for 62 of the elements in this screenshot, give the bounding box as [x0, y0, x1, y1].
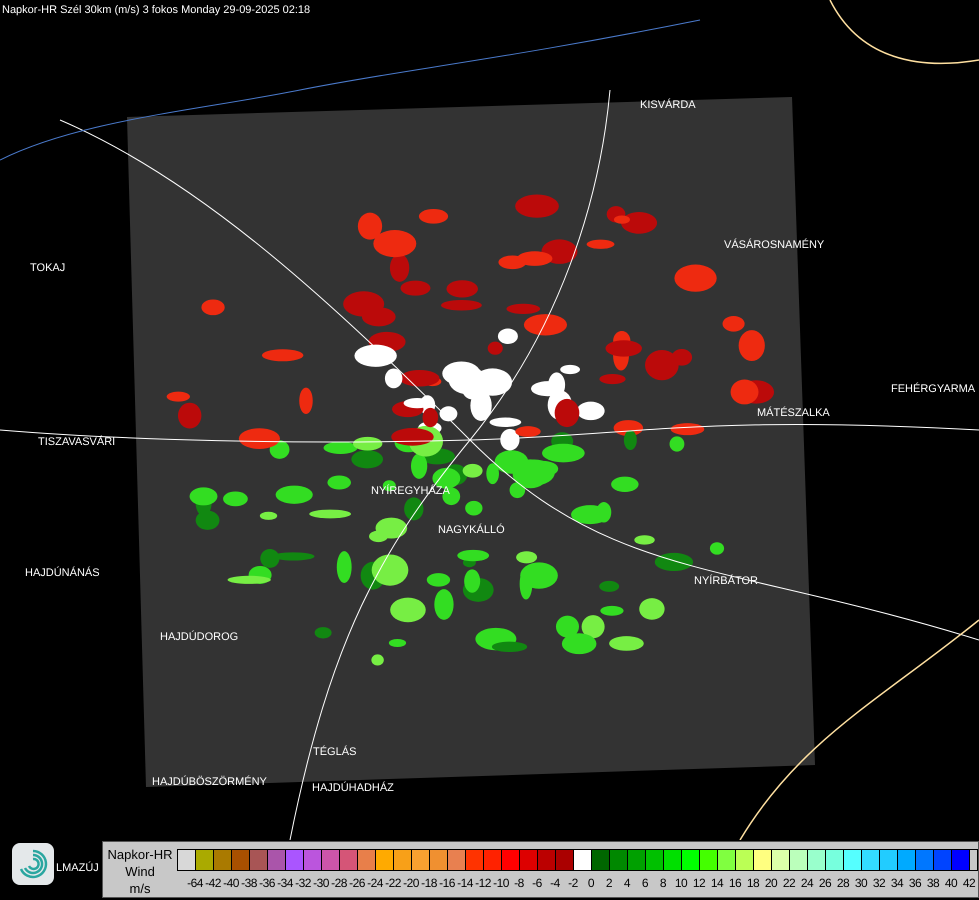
scale-label: -6	[531, 875, 543, 892]
scale-label: 28	[836, 875, 850, 892]
scale-label: 32	[872, 875, 886, 892]
scale-label: -26	[348, 875, 366, 892]
scale-label: 14	[710, 875, 724, 892]
scale-label: -24	[366, 875, 384, 892]
scale-label: -16	[438, 875, 456, 892]
place-label: HAJDÚDOROG	[160, 630, 238, 645]
place-label: LMAZÚJ	[56, 860, 99, 876]
scale-label: -12	[474, 875, 492, 892]
place-label: TISZAVASVÁRI	[38, 434, 116, 450]
scale-label: -2	[567, 875, 579, 892]
scale-label: -64	[186, 875, 204, 892]
scale-label: -42	[204, 875, 222, 892]
scale-label: 18	[746, 875, 760, 892]
scale-label: -30	[312, 875, 330, 892]
scale-label: -14	[456, 875, 474, 892]
scale-label: -20	[402, 875, 420, 892]
place-label: TOKAJ	[30, 261, 66, 276]
legend-title: Wind	[125, 863, 155, 880]
scale-label: -36	[258, 875, 276, 892]
scale-label: 12	[692, 875, 706, 892]
place-label: TÉGLÁS	[313, 744, 356, 760]
scale-label: 30	[854, 875, 868, 892]
scale-label: 0	[586, 875, 596, 892]
scale-label: -18	[420, 875, 438, 892]
scale-label: 20	[764, 875, 778, 892]
place-label: HAJDÚBÖSZÖRMÉNY	[152, 774, 267, 790]
scale-label: -4	[549, 875, 561, 892]
place-label: MÁTÉSZALKA	[757, 406, 830, 421]
scale-label: 24	[800, 875, 814, 892]
scale-label: -40	[222, 875, 240, 892]
place-label: KISVÁRDA	[640, 98, 696, 113]
legend-title: Napkor-HR	[107, 846, 172, 863]
scale-label: 40	[944, 875, 958, 892]
place-label: FEHÉRGYARMA	[891, 382, 976, 397]
place-label: HAJDÚHADHÁZ	[312, 780, 394, 796]
scale-label: 38	[926, 875, 940, 892]
scale-label: 22	[782, 875, 796, 892]
scale-label: -34	[276, 875, 294, 892]
place-label: VÁSÁROSNAMÉNY	[724, 238, 824, 253]
scale-label: 42	[962, 875, 976, 892]
scale-label: 26	[818, 875, 832, 892]
scale-label: -32	[294, 875, 312, 892]
scale-label: 34	[890, 875, 904, 892]
place-label: HAJDÚNÁNÁS	[25, 566, 100, 581]
place-label: NAGYKÁLLÓ	[438, 522, 505, 538]
place-label: NYÍRBÁTOR	[694, 574, 758, 589]
scale-label: 16	[728, 875, 742, 892]
scale-label: 8	[658, 875, 668, 892]
scale-label: 2	[604, 875, 614, 892]
scale-label: 4	[622, 875, 632, 892]
scale-label: -22	[384, 875, 402, 892]
scale-label: 36	[908, 875, 922, 892]
map-title: Napkor-HR Szél 30km (m/s) 3 fokos Monday 29-09-2025 02:18	[2, 3, 310, 18]
scale-label: -8	[513, 875, 525, 892]
scale-label: 6	[640, 875, 650, 892]
legend-title: m/s	[130, 880, 150, 897]
scale-label: -10	[492, 875, 510, 892]
scale-label: -28	[330, 875, 348, 892]
scale-label: -38	[240, 875, 258, 892]
scale-label: 10	[674, 875, 688, 892]
